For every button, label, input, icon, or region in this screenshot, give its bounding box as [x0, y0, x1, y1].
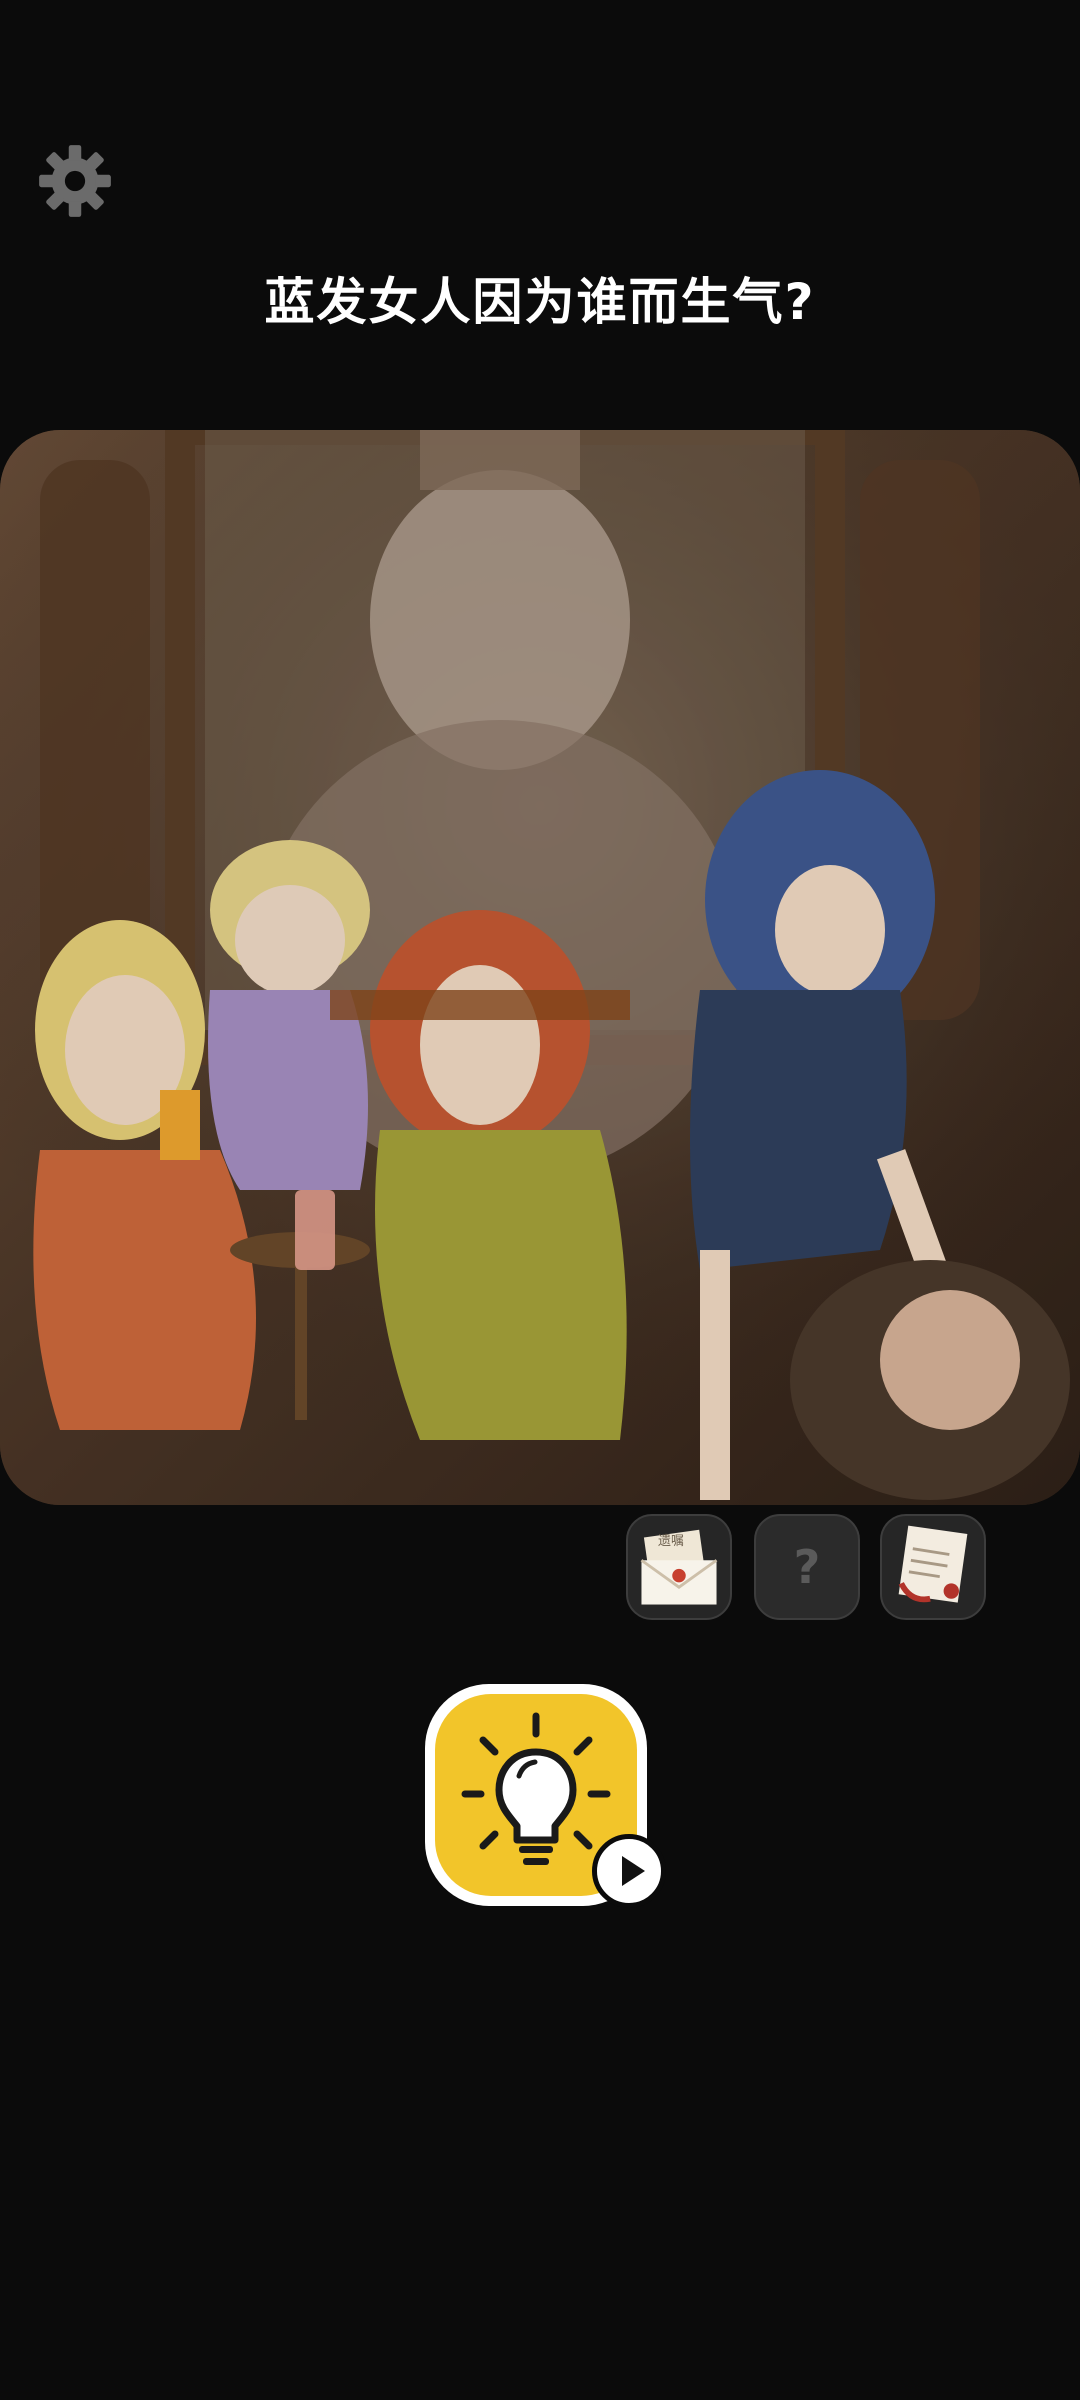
question-title: 蓝发女人因为谁而生气? — [264, 273, 816, 331]
scroll-document-icon — [898, 1525, 968, 1603]
video-play-icon — [622, 1856, 645, 1886]
video-play-badge — [592, 1834, 666, 1908]
settings-button[interactable] — [36, 142, 114, 220]
inventory-bar: 遗嘱 ? — [626, 1514, 992, 1624]
inventory-slot-scroll[interactable] — [880, 1514, 986, 1620]
scene-illustration — [0, 430, 1080, 1505]
hint-button[interactable] — [425, 1684, 666, 1914]
inventory-slot-letter[interactable]: 遗嘱 — [626, 1514, 732, 1620]
unknown-item-icon: ? — [793, 1540, 821, 1594]
gear-icon — [39, 145, 111, 217]
game-scene[interactable] — [0, 430, 1080, 1505]
inventory-slot-unknown[interactable]: ? — [754, 1514, 860, 1620]
letter-label: 遗嘱 — [658, 1534, 685, 1549]
